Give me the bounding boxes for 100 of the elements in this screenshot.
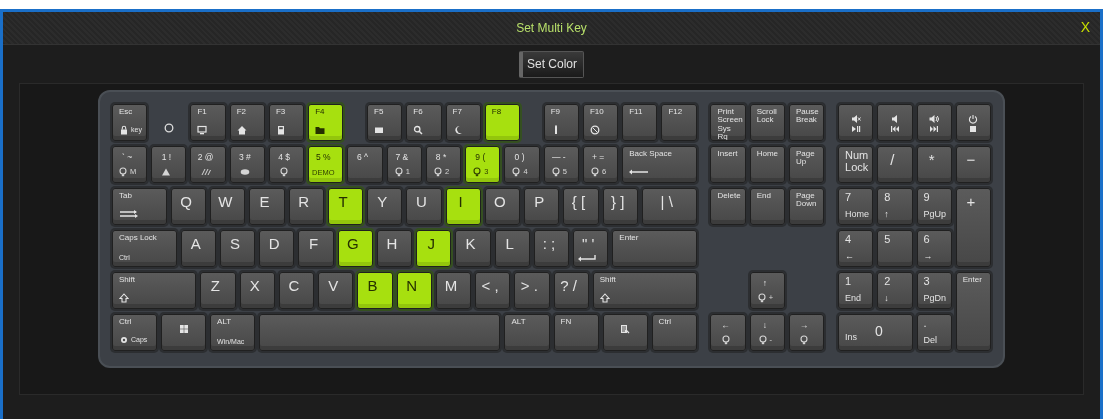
keyboard-key[interactable]: F9: [543, 104, 579, 141]
keyboard-key[interactable]: U: [406, 188, 442, 225]
keyboard-key[interactable]: J: [416, 230, 452, 267]
bulb-icon: [279, 167, 290, 177]
keyboard-key[interactable]: 4 ←: [838, 230, 874, 267]
keyboard-key[interactable]: +: [955, 188, 991, 267]
keyboard-key[interactable]: Page Up: [788, 146, 825, 183]
keyboard-key[interactable]: F4: [308, 104, 344, 141]
keyboard-key[interactable]: M: [435, 272, 471, 309]
keyboard-key[interactable]: 6 →: [916, 230, 952, 267]
keyboard-key[interactable]: T: [327, 188, 364, 225]
keyboard-key[interactable]: [916, 104, 952, 141]
keyboard-key[interactable]: V: [318, 272, 354, 309]
keyboard-key[interactable]: X: [239, 272, 275, 309]
keyboard-key[interactable]: 4 $: [268, 146, 305, 183]
keyboard-key[interactable]: −: [955, 146, 991, 183]
keyboard-key[interactable]: F7: [445, 104, 481, 141]
keyboard-key[interactable]: Z: [200, 272, 236, 309]
keyboard-key[interactable]: Ins 0: [838, 314, 913, 351]
keyboard-key[interactable]: 2 @: [190, 146, 226, 183]
keyboard-key[interactable]: { [: [563, 188, 599, 225]
keyboard-key[interactable]: I: [445, 188, 481, 225]
keyboard-key[interactable]: Enter: [955, 272, 991, 351]
keyboard-key[interactable]: 3 #: [229, 146, 265, 183]
keyboard-key[interactable]: 9 PgUp: [916, 188, 952, 225]
keyboard-key[interactable]: L: [494, 230, 530, 267]
monitor-icon: [197, 125, 208, 135]
keyboard-key[interactable]: [602, 314, 648, 351]
keyboard-key[interactable]: Page Down: [788, 188, 825, 225]
keyboard-key[interactable]: : ;: [533, 230, 570, 267]
keyboard-key[interactable]: [877, 104, 913, 141]
close-button[interactable]: X: [1076, 19, 1094, 35]
keyboard-key[interactable]: D: [259, 230, 295, 267]
set-color-button[interactable]: Set Color: [519, 50, 584, 78]
keyboard-key[interactable]: < ,: [475, 272, 511, 309]
keyboard-key[interactable]: B: [357, 272, 393, 309]
keyboard-key[interactable]: Back Space: [622, 146, 697, 183]
keyboard-key[interactable]: [955, 104, 991, 141]
keyboard-key[interactable]: F10: [582, 104, 619, 141]
keyboard-key[interactable]: > .: [514, 272, 550, 309]
keyboard-key[interactable]: F11: [622, 104, 658, 141]
keyboard-key[interactable]: *: [916, 146, 952, 183]
keyboard-key[interactable]: Insert: [710, 146, 746, 183]
keyboard-key[interactable]: } ]: [602, 188, 638, 225]
keyboard-key[interactable]: N: [396, 272, 432, 309]
keyboard-key[interactable]: Num Lock: [838, 146, 874, 183]
keyboard-key[interactable]: 2 ↓: [877, 272, 913, 309]
keyboard-key[interactable]: | \: [641, 188, 697, 225]
keyboard-key[interactable]: 3 PgDn: [916, 272, 952, 309]
keyboard-key[interactable]: ←: [710, 314, 746, 351]
keyboard-key[interactable]: Tab: [112, 188, 167, 225]
keyboard-key[interactable]: [161, 314, 207, 351]
keyboard-key[interactable]: Ctrl: [651, 314, 697, 351]
keyboard-key[interactable]: 7 Home: [838, 188, 874, 225]
keyboard-key[interactable]: C: [278, 272, 315, 309]
keyboard-key[interactable]: F8: [484, 104, 521, 141]
keyboard-key[interactable]: F5: [367, 104, 403, 141]
keyboard-key[interactable]: W: [210, 188, 246, 225]
keyboard-key[interactable]: /: [877, 146, 913, 183]
keyboard-key[interactable]: Delete: [710, 188, 746, 225]
keyboard-key[interactable]: . Del: [916, 314, 952, 351]
keyboard-key[interactable]: O: [484, 188, 521, 225]
keyboard-key[interactable]: Home: [749, 146, 785, 183]
keyboard-key[interactable]: E: [249, 188, 285, 225]
keyboard-key[interactable]: End: [749, 188, 785, 225]
keyboard-key[interactable]: 8 ↑: [877, 188, 913, 225]
keyboard-key[interactable]: Pause Break: [788, 104, 825, 141]
keyboard-key[interactable]: F1: [190, 104, 226, 141]
keyboard-key[interactable]: F: [298, 230, 334, 267]
keyboard-key[interactable]: 5: [877, 230, 913, 267]
keyboard-key[interactable]: Enter: [612, 230, 697, 267]
keyboard-key[interactable]: 1 End: [838, 272, 874, 309]
keyboard-key[interactable]: F3: [268, 104, 305, 141]
keyboard-key[interactable]: R: [288, 188, 324, 225]
keyboard-key[interactable]: F2: [229, 104, 265, 141]
keyboard-key[interactable]: ? /: [553, 272, 589, 309]
power-icon: [968, 114, 979, 124]
keyboard-key[interactable]: 6 ^: [347, 146, 383, 183]
keyboard-key[interactable]: [838, 104, 874, 141]
keyboard-key[interactable]: →: [788, 314, 825, 351]
keyboard-key[interactable]: K: [455, 230, 491, 267]
bulb-icon: [393, 167, 404, 177]
keyboard-key[interactable]: Y: [367, 188, 403, 225]
lock-icon: [119, 125, 129, 135]
keyboard-key[interactable]: Q: [170, 188, 207, 225]
keyboard-key[interactable]: S: [219, 230, 256, 267]
keyboard-key[interactable]: A: [180, 230, 216, 267]
keyboard-key[interactable]: Scroll Lock: [749, 104, 785, 141]
keyboard-key[interactable]: F6: [406, 104, 442, 141]
keyboard-key[interactable]: FN: [553, 314, 599, 351]
keyboard-key[interactable]: 1 !: [151, 146, 187, 183]
keyboard-key[interactable]: Shift: [112, 272, 197, 309]
keyboard-key[interactable]: " ': [573, 230, 609, 267]
keyboard-key[interactable]: H: [376, 230, 413, 267]
keyboard-key[interactable]: Shift: [592, 272, 697, 309]
keyboard-key[interactable]: G: [337, 230, 373, 267]
keyboard-key[interactable]: P: [524, 188, 560, 225]
keyboard-key[interactable]: ALT: [504, 314, 550, 351]
keyboard-key[interactable]: Print Screen Sys Rq: [710, 104, 746, 141]
keyboard-key[interactable]: F12: [661, 104, 697, 141]
